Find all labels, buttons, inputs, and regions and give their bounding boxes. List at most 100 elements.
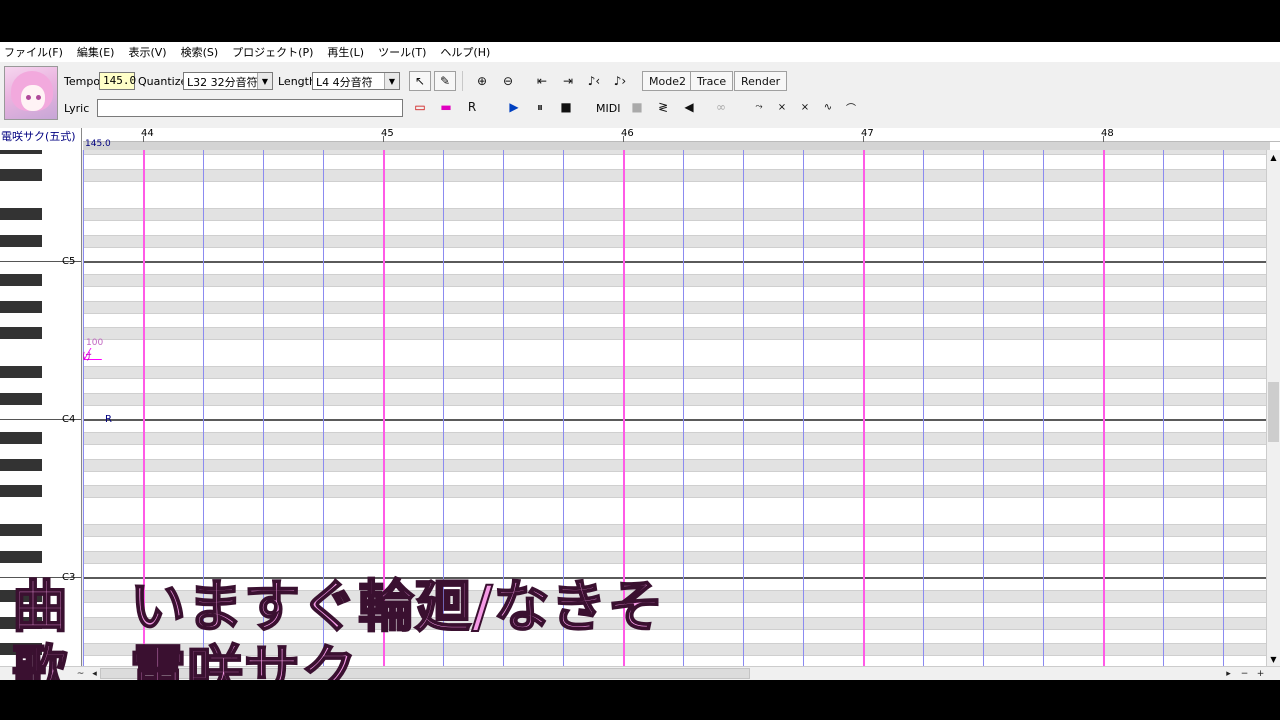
black-key[interactable] — [0, 235, 42, 247]
vertical-scrollbar[interactable]: ▲ ▼ — [1266, 150, 1280, 666]
note-select-button[interactable]: ▬ — [435, 97, 457, 117]
black-key[interactable] — [0, 169, 42, 181]
tempo-input[interactable]: 145.0 — [99, 72, 136, 90]
midi-record-button[interactable]: ■ — [626, 97, 648, 117]
menu-bar: ファイル(F) 編集(E) 表示(V) 検索(S) プロジェクト(P) 再生(L… — [0, 42, 1280, 62]
pencil-icon: ✎ — [439, 74, 451, 88]
rest-marker[interactable]: R — [105, 414, 112, 425]
pointer-tool-button[interactable]: ↖ — [409, 71, 431, 91]
menu-view[interactable]: 表示(V) — [128, 44, 166, 60]
black-key-row — [83, 274, 1266, 287]
zoom-tilde-icon[interactable]: ~ — [74, 667, 87, 680]
menu-help[interactable]: ヘルプ(H) — [440, 44, 490, 60]
length-select[interactable]: L4 4分音符 ▼ — [312, 72, 400, 90]
black-key-row — [83, 208, 1266, 221]
zoom-out-button[interactable]: ⊖ — [497, 71, 519, 91]
black-key[interactable] — [0, 274, 42, 286]
black-key[interactable] — [0, 208, 42, 220]
chevron-down-icon: ▼ — [257, 73, 272, 89]
link-icon: ∞ — [716, 100, 726, 114]
record-icon: ■ — [631, 100, 643, 114]
beat-line — [803, 150, 804, 666]
trace-button[interactable]: Trace — [690, 71, 734, 91]
menu-search[interactable]: 検索(S) — [181, 44, 219, 60]
menu-play[interactable]: 再生(L) — [327, 44, 364, 60]
note-lyric: け — [83, 352, 92, 363]
quantize-label: Quantize — [138, 75, 188, 88]
tempo-track[interactable]: 145.0 — [83, 139, 1270, 150]
vibrato-tool-4[interactable]: ∿ — [817, 97, 839, 117]
octave-line — [83, 261, 1266, 263]
track-name[interactable]: 電咲サク(五式) — [0, 128, 82, 150]
vibrato-tool-1[interactable]: ⤳ — [748, 97, 770, 117]
black-key[interactable] — [0, 485, 42, 497]
tempo-label: Tempo — [64, 75, 101, 88]
rest-button[interactable]: R — [461, 97, 483, 117]
measure-ruler[interactable]: 44 45 46 47 48 — [83, 128, 1280, 142]
black-key-row — [83, 432, 1266, 445]
prev-note-button[interactable]: ♪‹ — [583, 71, 605, 91]
go-end-icon: ⇥ — [562, 74, 574, 88]
pitch-curve-icon: ⤳ — [755, 102, 763, 112]
zoom-out-h-icon[interactable]: − — [1238, 667, 1251, 680]
black-key[interactable] — [0, 301, 42, 313]
zoom-in-button[interactable]: ⊕ — [471, 71, 493, 91]
midi-loop-button[interactable]: ≷ — [652, 97, 674, 117]
volume-button[interactable]: ◀ — [678, 97, 700, 117]
midi-label: MIDI — [596, 102, 621, 115]
mode2-button[interactable]: Mode2 — [642, 71, 693, 91]
play-button[interactable]: ▶ — [503, 97, 525, 117]
menu-file[interactable]: ファイル(F) — [4, 44, 63, 60]
menu-project[interactable]: プロジェクト(P) — [232, 44, 313, 60]
app-window: ファイル(F) 編集(E) 表示(V) 検索(S) プロジェクト(P) 再生(L… — [0, 42, 1280, 680]
menu-tools[interactable]: ツール(T) — [378, 44, 426, 60]
zoom-in-icon: ⊕ — [476, 74, 488, 88]
speaker-icon: ◀ — [684, 100, 694, 114]
beat-line — [683, 150, 684, 666]
black-key[interactable] — [0, 459, 42, 471]
black-key[interactable] — [0, 393, 42, 405]
go-start-button[interactable]: ⇤ — [531, 71, 553, 91]
beat-line — [1223, 150, 1224, 666]
pause-button[interactable]: ⏸ — [529, 97, 551, 117]
scroll-right-icon[interactable]: ▸ — [1222, 667, 1235, 680]
quantize-select[interactable]: L32 32分音符 ▼ — [183, 72, 273, 90]
chevron-down-icon: ▼ — [384, 73, 399, 89]
black-key[interactable] — [0, 366, 42, 378]
beat-line — [983, 150, 984, 666]
beat-line — [923, 150, 924, 666]
measure-line — [1103, 150, 1105, 666]
note-property-button[interactable]: ▭ — [409, 97, 431, 117]
pause-icon: ⏸ — [536, 99, 543, 114]
next-note-icon: ♪› — [613, 74, 627, 88]
next-note-button[interactable]: ♪› — [609, 71, 631, 91]
lyric-input[interactable] — [97, 99, 403, 117]
pencil-tool-button[interactable]: ✎ — [434, 71, 456, 91]
link-button[interactable]: ∞ — [710, 97, 732, 117]
black-key-row — [83, 524, 1266, 537]
menu-edit[interactable]: 編集(E) — [77, 44, 115, 60]
zoom-in-h-icon[interactable]: + — [1254, 667, 1267, 680]
length-value: L4 4分音符 — [316, 76, 373, 89]
black-key[interactable] — [0, 432, 42, 444]
black-key-row — [83, 366, 1266, 379]
black-key-row — [83, 459, 1266, 472]
vibrato-tool-2[interactable]: ⨯ — [771, 97, 793, 117]
reset-pitch-button[interactable]: ⌒ — [840, 97, 862, 117]
vibrato-wave-icon: ∿ — [823, 101, 833, 113]
vibrato-tool-3[interactable]: ⨯ — [794, 97, 816, 117]
tempo-marker[interactable]: 145.0 — [85, 139, 111, 149]
render-button[interactable]: Render — [734, 71, 788, 91]
black-key[interactable] — [0, 150, 42, 154]
go-end-button[interactable]: ⇥ — [557, 71, 579, 91]
go-start-icon: ⇤ — [536, 74, 548, 88]
note-velocity: 100 — [86, 338, 104, 348]
beat-line — [1163, 150, 1164, 666]
black-key[interactable] — [0, 524, 42, 536]
vertical-scroll-thumb[interactable] — [1268, 382, 1279, 442]
scroll-up-icon[interactable]: ▲ — [1267, 150, 1280, 164]
black-key[interactable] — [0, 327, 42, 339]
singer-avatar[interactable] — [4, 66, 58, 120]
stop-button[interactable]: ■ — [555, 97, 577, 117]
scroll-down-icon[interactable]: ▼ — [1267, 652, 1280, 666]
